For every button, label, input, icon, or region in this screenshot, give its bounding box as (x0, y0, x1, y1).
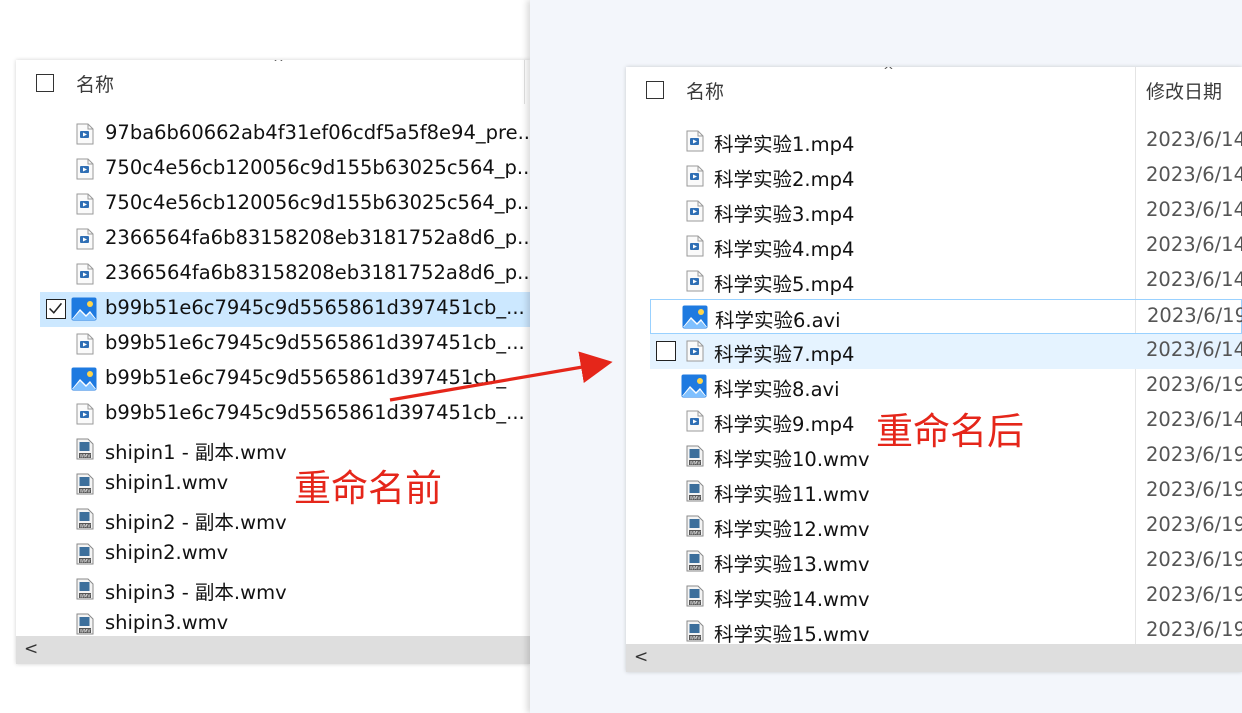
arrow-icon (389, 351, 613, 402)
